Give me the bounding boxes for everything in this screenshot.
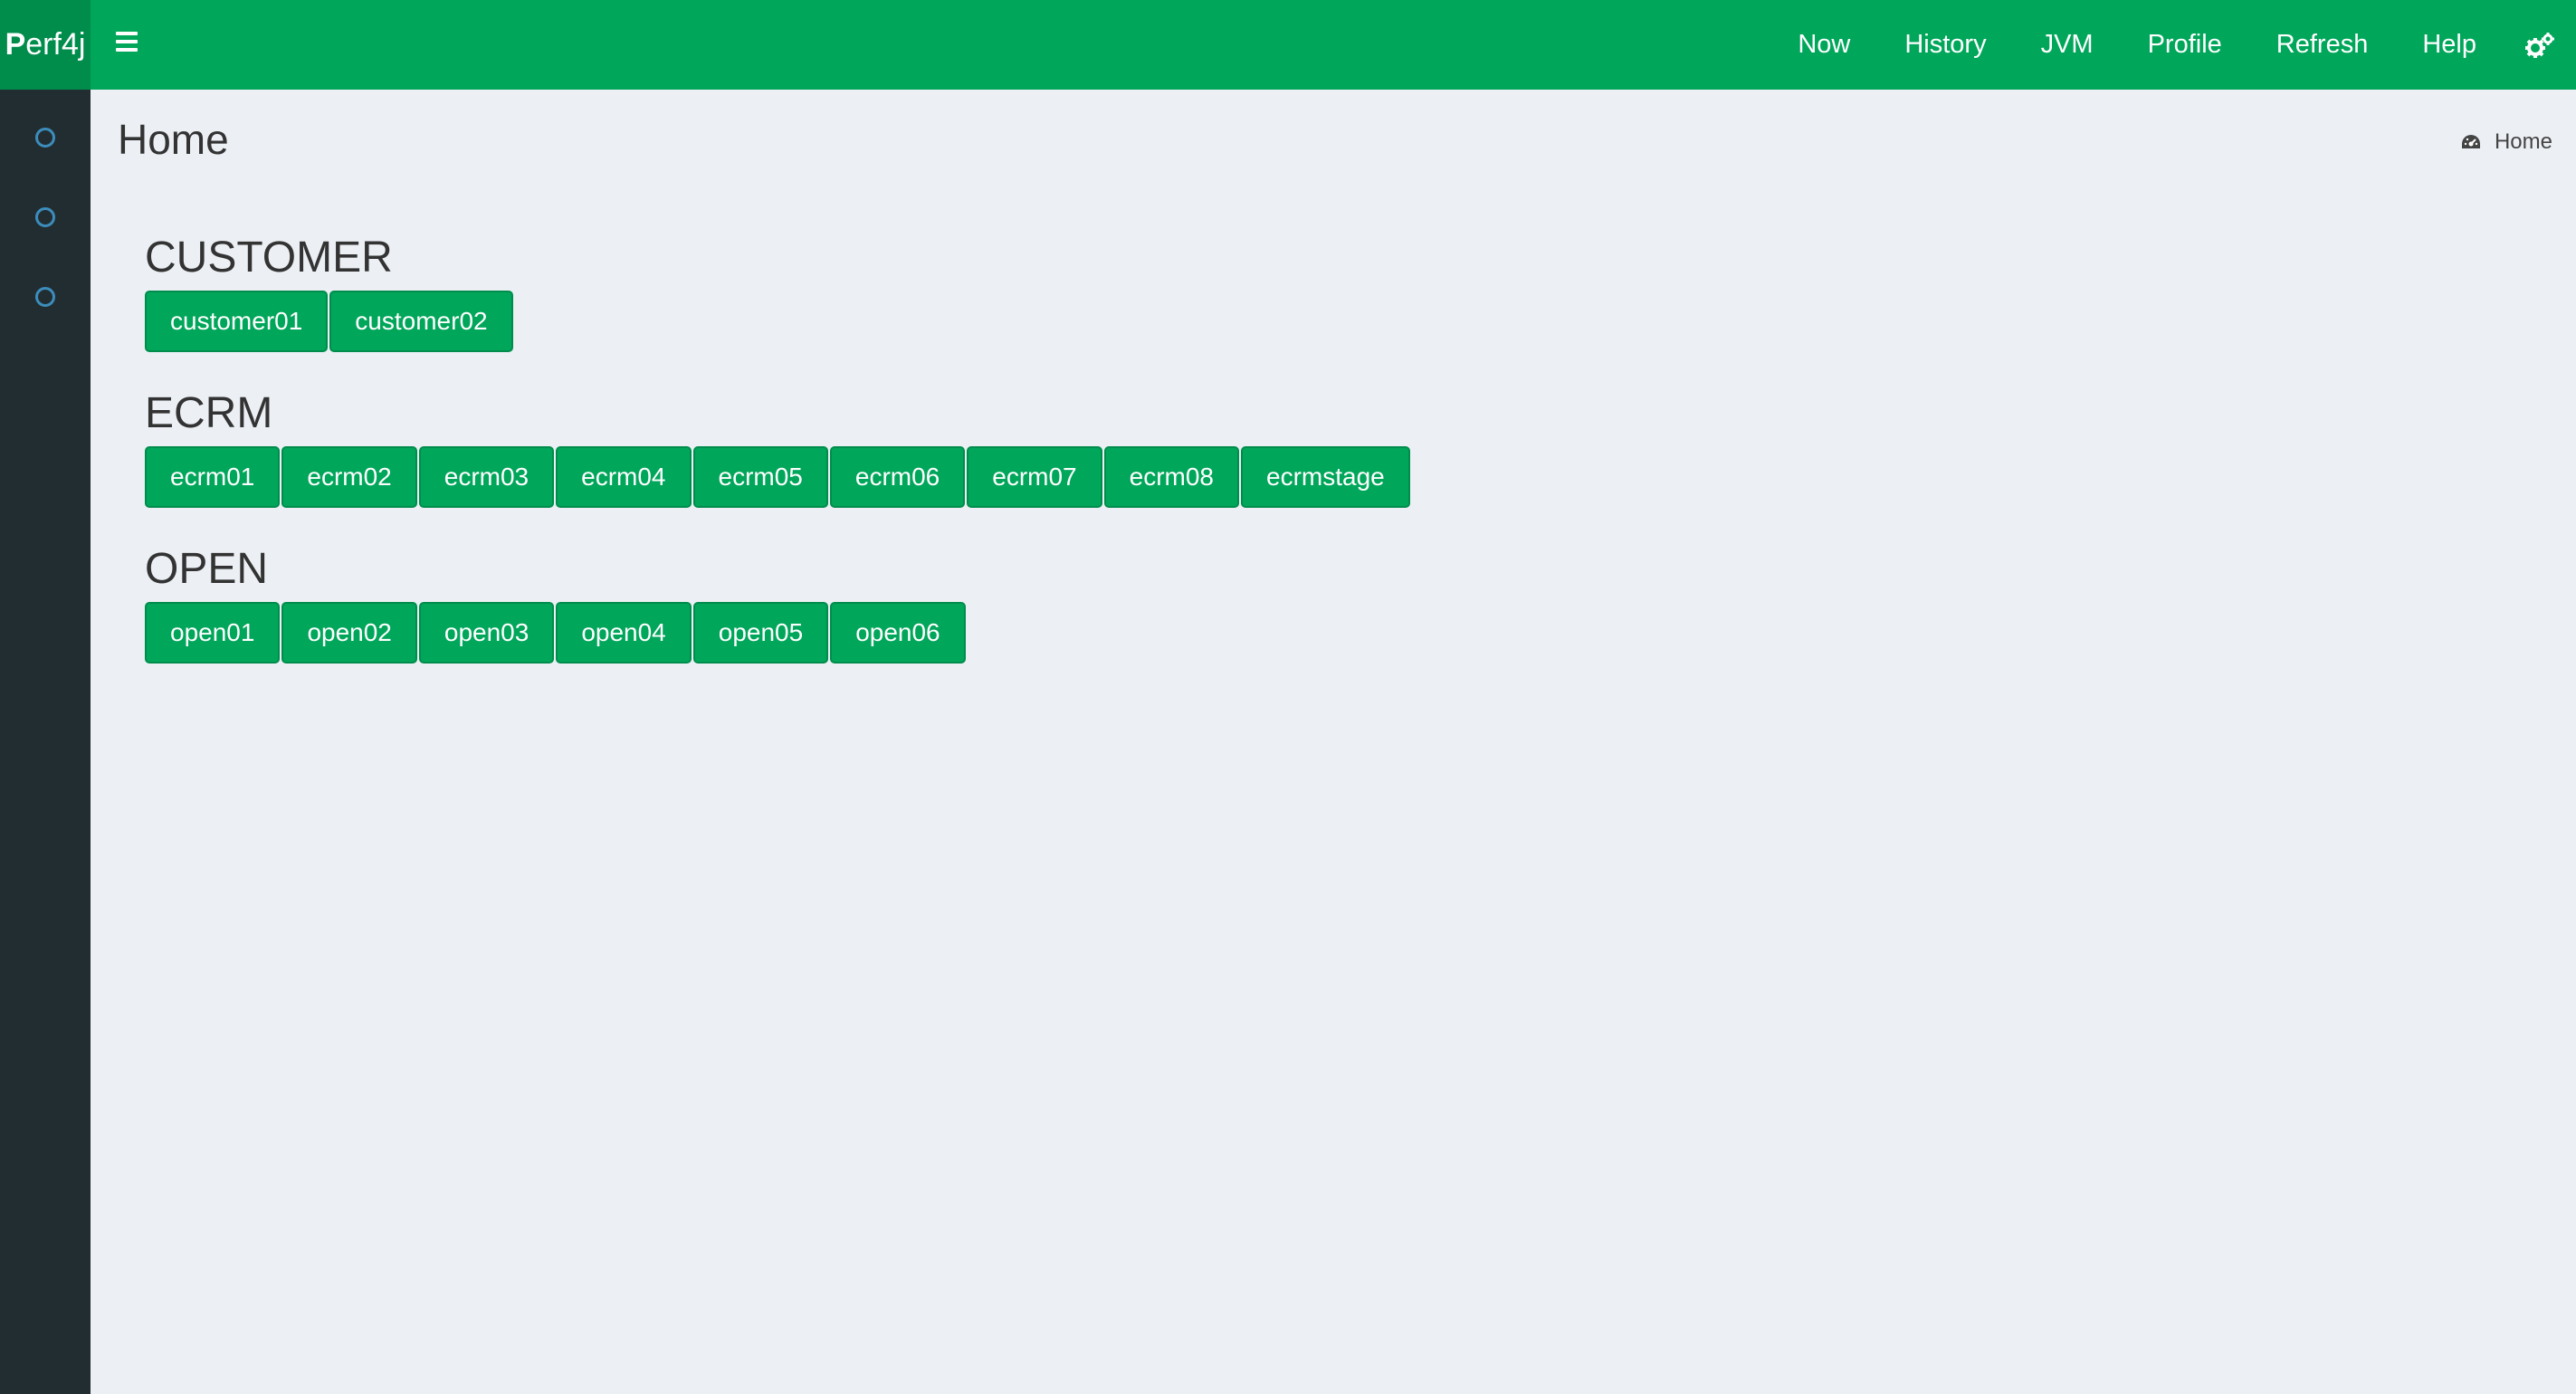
host-button[interactable]: ecrm06 — [829, 446, 966, 508]
host-button[interactable]: ecrm07 — [967, 446, 1102, 508]
sidebar-item-3[interactable] — [0, 257, 91, 337]
host-button[interactable]: customer02 — [329, 291, 513, 352]
host-button[interactable]: open05 — [692, 602, 829, 664]
group-title: ECRM — [145, 389, 273, 437]
host-button[interactable]: ecrm03 — [418, 446, 555, 508]
host-button[interactable]: ecrmstage — [1241, 446, 1410, 508]
page-title: Home — [118, 116, 229, 163]
logo-text: erf4j — [25, 27, 86, 62]
nav-history[interactable]: History — [1877, 0, 2013, 90]
group-customer: CUSTOMER customer01 customer02 — [145, 225, 1412, 352]
dashboard-icon — [2461, 135, 2480, 148]
host-button[interactable]: open06 — [830, 602, 966, 664]
sidebar — [0, 90, 91, 1394]
nav-now[interactable]: Now — [1770, 0, 1877, 90]
circle-outline-icon — [35, 207, 55, 227]
circle-outline-icon — [35, 287, 55, 307]
host-button[interactable]: open03 — [418, 602, 555, 664]
group-title: OPEN — [145, 545, 269, 593]
host-groups: CUSTOMER customer01 customer02 ECRM ecrm… — [145, 225, 1412, 692]
app-logo[interactable]: Perf4j — [0, 0, 91, 90]
breadcrumb: Home — [2460, 129, 2552, 155]
host-button[interactable]: ecrm04 — [556, 446, 692, 508]
circle-outline-icon — [35, 128, 55, 148]
nav-refresh[interactable]: Refresh — [2249, 0, 2396, 90]
nav-help[interactable]: Help — [2395, 0, 2504, 90]
top-nav-menu: Now History JVM Profile Refresh Help — [1770, 0, 2576, 90]
nav-profile[interactable]: Profile — [2121, 0, 2249, 90]
sidebar-item-1[interactable] — [0, 98, 91, 177]
host-button[interactable]: ecrm05 — [692, 446, 828, 508]
sidebar-item-2[interactable] — [0, 177, 91, 257]
host-button[interactable]: ecrm01 — [145, 446, 281, 508]
host-button[interactable]: ecrm08 — [1103, 446, 1239, 508]
host-button[interactable]: open01 — [145, 602, 281, 664]
gears-icon[interactable] — [2504, 0, 2576, 90]
host-button[interactable]: open02 — [281, 602, 417, 664]
top-navbar: Perf4j Now History JVM Profile Refresh H… — [0, 0, 2576, 90]
nav-jvm[interactable]: JVM — [2014, 0, 2121, 90]
host-button[interactable]: customer01 — [145, 291, 329, 352]
breadcrumb-home[interactable]: Home — [2495, 129, 2552, 155]
content-wrapper: Home Home CUSTOMER customer01 customer02… — [91, 90, 2576, 1394]
logo-bold-letter: P — [5, 27, 26, 62]
hamburger-icon[interactable] — [116, 32, 141, 57]
group-open: OPEN open01 open02 open03 open04 open05 … — [145, 537, 1412, 664]
host-button[interactable]: open04 — [556, 602, 692, 664]
group-title: CUSTOMER — [145, 234, 393, 282]
group-ecrm: ECRM ecrm01 ecrm02 ecrm03 ecrm04 ecrm05 … — [145, 381, 1412, 508]
host-button[interactable]: ecrm02 — [281, 446, 417, 508]
